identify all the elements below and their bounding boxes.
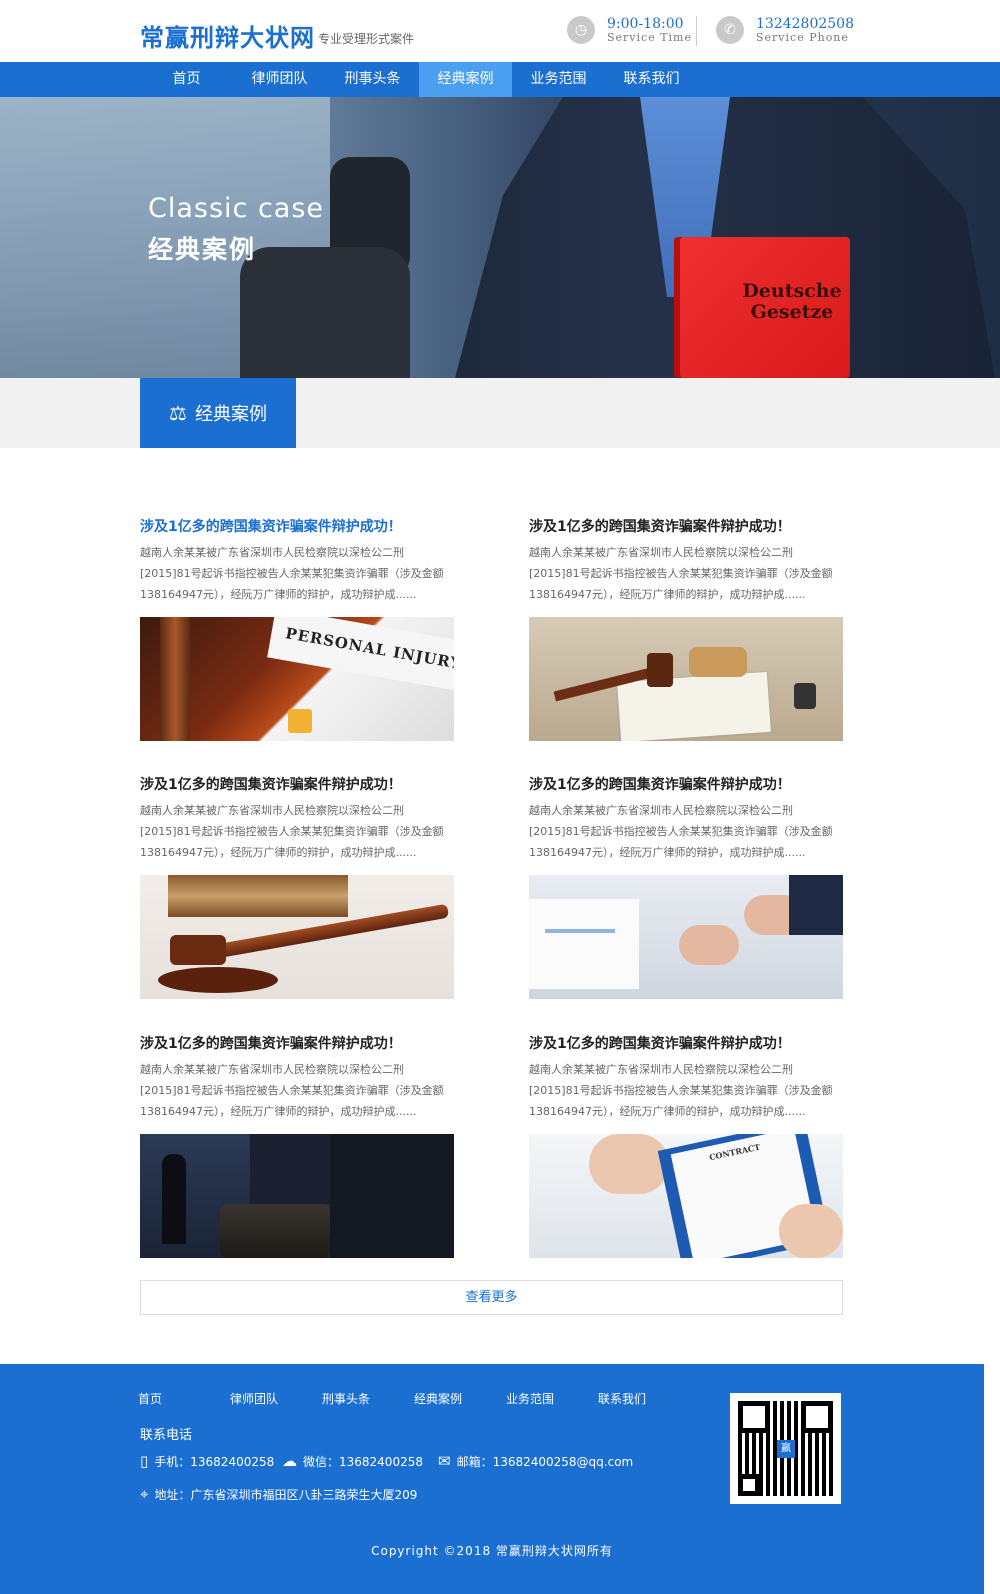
footer-address-text: 地址：广东省深圳市福田区八卦三路荣生大厦209 [154,1487,418,1502]
case-desc: 越南人余某某被广东省深圳市人民检察院以深检公二刑[2015]81号起诉书指控被告… [529,1063,833,1118]
case-title[interactable]: 涉及1亿多的跨国集资诈骗案件辩护成功！ [140,774,454,796]
footer-wechat-text: 微信：13682400258 [303,1454,423,1469]
case-desc: 越南人余某某被广东省深圳市人民检察院以深检公二刑[2015]81号起诉书指控被告… [529,546,833,601]
site-slogan: 专业受理形式案件 [318,32,415,46]
view-more-button[interactable]: 查看更多 [140,1280,843,1315]
footer-nav-news[interactable]: 刑事头条 [322,1390,414,1407]
coat-shape [330,1134,454,1258]
case-card[interactable]: 涉及1亿多的跨国集资诈骗案件辩护成功！ 越南人余某某被广东省深圳市人民检察院以深… [140,1033,454,1258]
case-desc: 越南人余某某被广东省深圳市人民检察院以深检公二刑[2015]81号起诉书指控被告… [140,546,444,601]
copyright: Copyright ©2018 常赢刑辩大状网所有 [371,1544,613,1558]
case-title[interactable]: 涉及1亿多的跨国集资诈骗案件辩护成功！ [140,1033,454,1055]
section-title: 经典案例 [194,404,267,425]
footer-mobile: ▯ 手机：13682400258 [140,1452,274,1470]
case-card[interactable]: 涉及1亿多的跨国集资诈骗案件辩护成功！ 越南人余某某被广东省深圳市人民检察院以深… [140,516,454,741]
briefcase-shape [220,1204,330,1258]
header: 常赢刑辩大状网 专业受理形式案件 ◷ 9:00-18:00 Service Ti… [0,0,1000,62]
location-icon: ⌖ [140,1485,149,1503]
case-card[interactable]: 涉及1亿多的跨国集资诈骗案件辩护成功！ 越南人余某某被广东省深圳市人民检察院以深… [529,516,843,741]
paper-shape [617,671,771,741]
case-card[interactable]: 涉及1亿多的跨国集资诈骗案件辩护成功！ 越南人余某某被广东省深圳市人民检察院以深… [140,774,454,999]
nav-item-contact[interactable]: 联系我们 [605,62,698,97]
service-phone-value: 13242802508 [756,16,854,32]
case-title[interactable]: 涉及1亿多的跨国集资诈骗案件辩护成功！ [529,516,843,538]
service-time-value: 9:00-18:00 [607,16,684,32]
section-bar: ⚖ 经典案例 [0,378,1000,448]
mobile-icon: ▯ [140,1452,149,1470]
sleeve-shape [789,875,843,935]
service-time: ◷ 9:00-18:00 Service Time [567,16,692,44]
banner-title-en: Classic case [148,193,325,224]
hero-banner: Deutsche Gesetze Classic case 经典案例 [0,97,1000,378]
site-logo[interactable]: 常赢刑辩大状网 [140,18,315,53]
phone-icon: ✆ [716,16,744,44]
footer-address: ⌖ 地址：广东省深圳市福田区八卦三路荣生大厦209 [140,1485,417,1503]
banner-chair [240,247,410,378]
case-image[interactable]: CONTRACT [529,1134,843,1258]
qr-finder [738,1474,760,1496]
case-card[interactable]: 涉及1亿多的跨国集资诈骗案件辩护成功！ 越南人余某某被广东省深圳市人民检察院以深… [529,1033,843,1258]
footer-nav-services[interactable]: 业务范围 [506,1390,598,1407]
document-shape [529,899,639,989]
nav-item-news[interactable]: 刑事头条 [326,62,419,97]
qr-code: 赢 [730,1393,841,1504]
case-image[interactable] [140,1134,454,1258]
nav-item-home[interactable]: 首页 [140,62,233,97]
service-time-label: Service Time [607,31,692,44]
person-shape [162,1154,186,1244]
footer-nav-home[interactable]: 首页 [138,1390,230,1407]
gavel-head-shape [647,653,673,687]
banner-book-text: Deutsche Gesetze [742,280,842,323]
hand-shape [779,1204,843,1258]
case-title[interactable]: 涉及1亿多的跨国集资诈骗案件辩护成功！ [529,1033,843,1055]
gavel-head-shape [170,935,226,965]
nav-item-cases[interactable]: 经典案例 [419,62,512,97]
section-tab: ⚖ 经典案例 [140,378,296,448]
footer-wechat: ☁ 微信：13682400258 [282,1452,423,1470]
case-card[interactable]: 涉及1亿多的跨国集资诈骗案件辩护成功！ 越南人余某某被广东省深圳市人民检察院以深… [529,774,843,999]
wechat-icon: ☁ [282,1452,297,1470]
qr-center-mark: 赢 [777,1440,795,1458]
case-image[interactable] [529,617,843,741]
case-desc: 越南人余某某被广东省深圳市人民检察院以深检公二刑[2015]81号起诉书指控被告… [529,804,833,859]
case-title[interactable]: 涉及1亿多的跨国集资诈骗案件辩护成功！ [529,774,843,796]
basket-shape [689,647,747,677]
footer: 首页 律师团队 刑事头条 经典案例 业务范围 联系我们 联系电话 ▯ 手机：13… [0,1364,984,1594]
case-title[interactable]: 涉及1亿多的跨国集资诈骗案件辩护成功！ [140,516,454,538]
footer-nav-contact[interactable]: 联系我们 [598,1390,690,1407]
clock-icon: ◷ [567,16,595,44]
footer-contact-title: 联系电话 [140,1428,193,1443]
service-phone: ✆ 13242802508 Service Phone [716,16,854,44]
case-desc: 越南人余某某被广东省深圳市人民检察院以深检公二刑[2015]81号起诉书指控被告… [140,1063,444,1118]
footer-mobile-text: 手机：13682400258 [154,1454,275,1469]
badge-shape [288,709,312,733]
header-divider [696,16,697,46]
footer-nav-team[interactable]: 律师团队 [230,1390,322,1407]
page: 常赢刑辩大状网 专业受理形式案件 ◷ 9:00-18:00 Service Ti… [0,0,1000,1594]
case-image[interactable]: PERSONAL INJURY [140,617,454,741]
case-desc: 越南人余某某被广东省深圳市人民检察院以深检公二刑[2015]81号起诉书指控被告… [140,804,444,859]
mail-icon: ✉ [438,1452,451,1470]
books-shape [168,875,348,917]
ink-shape [794,683,816,709]
service-phone-label: Service Phone [756,31,849,44]
case-image[interactable] [529,875,843,999]
arm-shape [250,1134,340,1204]
hand-shape [589,1134,669,1194]
case-image[interactable] [140,875,454,999]
gavel-base-shape [158,967,278,993]
nav-item-services[interactable]: 业务范围 [512,62,605,97]
case-image-text: PERSONAL INJURY [267,617,454,692]
footer-email-text[interactable]: 邮箱：13682400258@qq.com [457,1453,634,1470]
main-nav: 首页 律师团队 刑事头条 经典案例 业务范围 联系我们 [0,62,1000,97]
gavel-shape [160,617,190,741]
scales-icon: ⚖ [169,401,187,425]
footer-nav: 首页 律师团队 刑事头条 经典案例 业务范围 联系我们 [138,1390,690,1407]
hand-shape [679,925,739,965]
nav-item-team[interactable]: 律师团队 [233,62,326,97]
footer-email: ✉ 邮箱：13682400258@qq.com [438,1452,633,1470]
footer-nav-cases[interactable]: 经典案例 [414,1390,506,1407]
banner-book: Deutsche Gesetze [680,237,850,378]
banner-title-cn: 经典案例 [148,235,257,264]
